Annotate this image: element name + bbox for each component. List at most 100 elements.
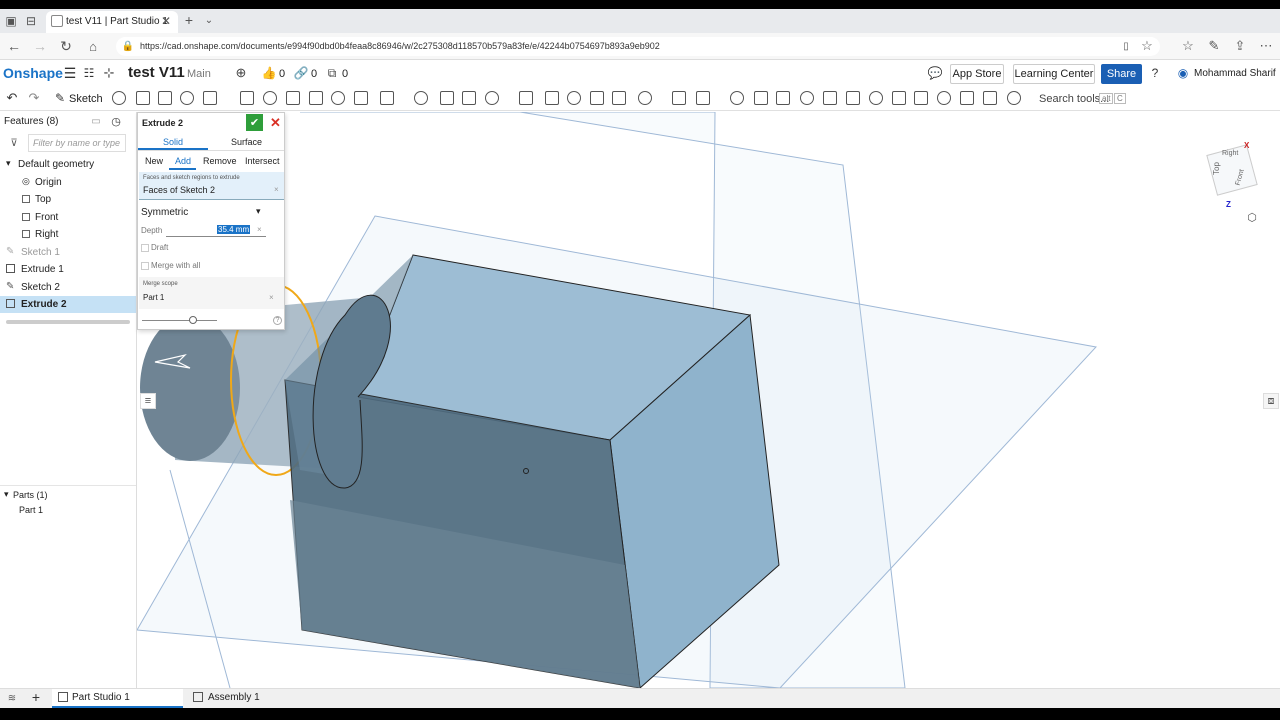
tab-list-chevron-icon[interactable]: ⌄ bbox=[202, 13, 216, 27]
tab-surface[interactable]: Surface bbox=[231, 137, 262, 147]
reload-icon[interactable]: ↻ bbox=[58, 38, 74, 54]
branch-label[interactable]: Main bbox=[187, 68, 211, 80]
folder-icon[interactable]: ▭ bbox=[90, 115, 102, 127]
user-name[interactable]: Mohammad Sharif bbox=[1194, 68, 1276, 79]
clear-depth-icon[interactable]: × bbox=[257, 225, 262, 234]
learning-center-button[interactable]: Learning Center bbox=[1013, 64, 1095, 84]
toolbar-tool-icon[interactable] bbox=[1007, 91, 1021, 105]
toolbar-tool-icon[interactable] bbox=[545, 91, 559, 105]
toolbar-tool-icon[interactable] bbox=[158, 91, 172, 105]
preview-slider-track[interactable] bbox=[142, 320, 217, 321]
back-icon[interactable]: ← bbox=[6, 38, 22, 54]
insert-icon[interactable]: ⊹ bbox=[102, 65, 116, 80]
model-canvas[interactable] bbox=[137, 112, 1280, 688]
toolbar-tool-icon[interactable] bbox=[672, 91, 686, 105]
document-title[interactable]: test V11 bbox=[128, 64, 185, 81]
favorites-icon[interactable]: ☆ bbox=[1180, 38, 1196, 54]
toolbar-tool-icon[interactable] bbox=[914, 91, 928, 105]
toolbar-tool-icon[interactable] bbox=[286, 91, 300, 105]
op-add[interactable]: Add bbox=[175, 156, 191, 166]
add-tab-icon[interactable]: + bbox=[30, 689, 42, 705]
link-icon[interactable]: 🔗 bbox=[294, 66, 309, 80]
toolbar-tool-icon[interactable] bbox=[567, 91, 581, 105]
merge-all-checkbox[interactable] bbox=[141, 262, 149, 270]
vertical-tabs-icon[interactable]: ⊟ bbox=[24, 14, 38, 28]
feature-list-icon[interactable]: ☷ bbox=[82, 66, 96, 80]
toolbar-tool-icon[interactable] bbox=[519, 91, 533, 105]
feature-extrude-1[interactable]: Extrude 1 bbox=[0, 261, 136, 278]
end-type-select[interactable]: Symmetric bbox=[141, 207, 188, 218]
remove-scope-icon[interactable]: × bbox=[269, 293, 274, 302]
toolbar-tool-icon[interactable] bbox=[136, 91, 150, 105]
close-tab-icon[interactable]: ✕ bbox=[160, 14, 172, 28]
right-panel-toggle-icon[interactable]: ⧈ bbox=[1263, 393, 1279, 409]
toolbar-tool-icon[interactable] bbox=[960, 91, 974, 105]
toolbar-tool-icon[interactable] bbox=[612, 91, 626, 105]
toolbar-tool-icon[interactable] bbox=[309, 91, 323, 105]
toolbar-tool-icon[interactable] bbox=[638, 91, 652, 105]
feature-extrude-2[interactable]: Extrude 2 bbox=[0, 296, 136, 313]
toolbar-tool-icon[interactable] bbox=[414, 91, 428, 105]
browser-tab[interactable]: test V11 | Part Studio 1 ✕ bbox=[46, 11, 178, 33]
toolbar-tool-icon[interactable] bbox=[823, 91, 837, 105]
user-avatar-icon[interactable]: ◉ bbox=[1176, 66, 1190, 80]
toolbar-tool-icon[interactable] bbox=[696, 91, 710, 105]
tab-assembly[interactable]: Assembly 1 bbox=[188, 689, 318, 708]
menu-icon[interactable]: ☰ bbox=[63, 65, 77, 81]
toolbar-tool-icon[interactable] bbox=[240, 91, 254, 105]
op-new[interactable]: New bbox=[145, 156, 163, 166]
undo-icon[interactable]: ↶ bbox=[5, 90, 19, 105]
feature-top-plane[interactable]: Top bbox=[0, 191, 136, 208]
cube-face-top[interactable]: Top bbox=[1212, 162, 1221, 175]
toolbar-tool-icon[interactable] bbox=[263, 91, 277, 105]
toolbar-tool-icon[interactable] bbox=[730, 91, 744, 105]
help-icon[interactable]: ? bbox=[1148, 66, 1162, 80]
toolbar-tool-icon[interactable] bbox=[112, 91, 126, 105]
toolbar-tool-icon[interactable] bbox=[800, 91, 814, 105]
toolbar-tool-icon[interactable] bbox=[892, 91, 906, 105]
toolbar-tool-icon[interactable] bbox=[203, 91, 217, 105]
parts-header[interactable]: Parts (1) bbox=[13, 490, 48, 500]
toolbar-tool-icon[interactable] bbox=[380, 91, 394, 105]
op-remove[interactable]: Remove bbox=[203, 156, 237, 166]
parts-chevron-icon[interactable]: ▾ bbox=[4, 489, 9, 500]
toolbar-tool-icon[interactable] bbox=[485, 91, 499, 105]
default-geometry-group[interactable]: ▾ Default geometry bbox=[0, 156, 136, 173]
end-type-chevron-icon[interactable]: ▾ bbox=[256, 206, 261, 217]
url-field[interactable]: 🔒 https://cad.onshape.com/documents/e994… bbox=[116, 37, 1160, 56]
toolbar-tool-icon[interactable] bbox=[354, 91, 368, 105]
home-icon[interactable]: ⌂ bbox=[85, 38, 101, 54]
share-page-icon[interactable]: ⇪ bbox=[1232, 38, 1248, 54]
op-intersect[interactable]: Intersect bbox=[245, 156, 280, 166]
merge-scope-box[interactable]: Merge scope Part 1 × bbox=[139, 277, 284, 309]
globe-icon[interactable]: ⊕ bbox=[234, 65, 248, 80]
feature-filter-input[interactable]: Filter by name or type bbox=[28, 134, 126, 152]
copy-icon[interactable]: ⧉ bbox=[325, 66, 339, 80]
share-button[interactable]: Share bbox=[1101, 64, 1142, 84]
preview-slider-thumb[interactable] bbox=[189, 316, 197, 324]
draft-checkbox[interactable] bbox=[141, 244, 149, 252]
toolbar-tool-icon[interactable] bbox=[331, 91, 345, 105]
view-options-icon[interactable]: ⬡ bbox=[1245, 210, 1259, 224]
feature-sketch-2[interactable]: ✎ Sketch 2 bbox=[0, 279, 136, 296]
reader-view-icon[interactable]: ▯ bbox=[1120, 40, 1132, 52]
toolbar-tool-icon[interactable] bbox=[440, 91, 454, 105]
feature-right-plane[interactable]: Right bbox=[0, 226, 136, 243]
tab-part-studio[interactable]: Part Studio 1 bbox=[52, 689, 183, 708]
rollback-bar[interactable] bbox=[6, 320, 130, 324]
faces-selection-box[interactable]: Faces and sketch regions to extrude Face… bbox=[139, 172, 284, 200]
more-icon[interactable]: ⋯ bbox=[1258, 38, 1274, 54]
like-icon[interactable]: 👍 bbox=[262, 66, 277, 80]
toolbar-tool-icon[interactable] bbox=[983, 91, 997, 105]
lock-icon[interactable]: 🔒 bbox=[122, 40, 134, 52]
toolbar-tool-icon[interactable] bbox=[462, 91, 476, 105]
cube-face-right[interactable]: Right bbox=[1222, 150, 1238, 157]
confirm-check-icon[interactable]: ✔ bbox=[246, 114, 263, 131]
toolbar-tool-icon[interactable] bbox=[754, 91, 768, 105]
feature-origin[interactable]: ◎ Origin bbox=[0, 174, 136, 191]
list-toggle-icon[interactable]: ≡ bbox=[140, 393, 156, 409]
sketch-button[interactable]: Sketch bbox=[69, 93, 103, 105]
graphics-viewport[interactable]: Top Front Right X Z ⬡ ⧈ ≡ bbox=[137, 112, 1280, 688]
toolbar-tool-icon[interactable] bbox=[180, 91, 194, 105]
chevron-down-icon[interactable]: ▾ bbox=[6, 158, 11, 169]
